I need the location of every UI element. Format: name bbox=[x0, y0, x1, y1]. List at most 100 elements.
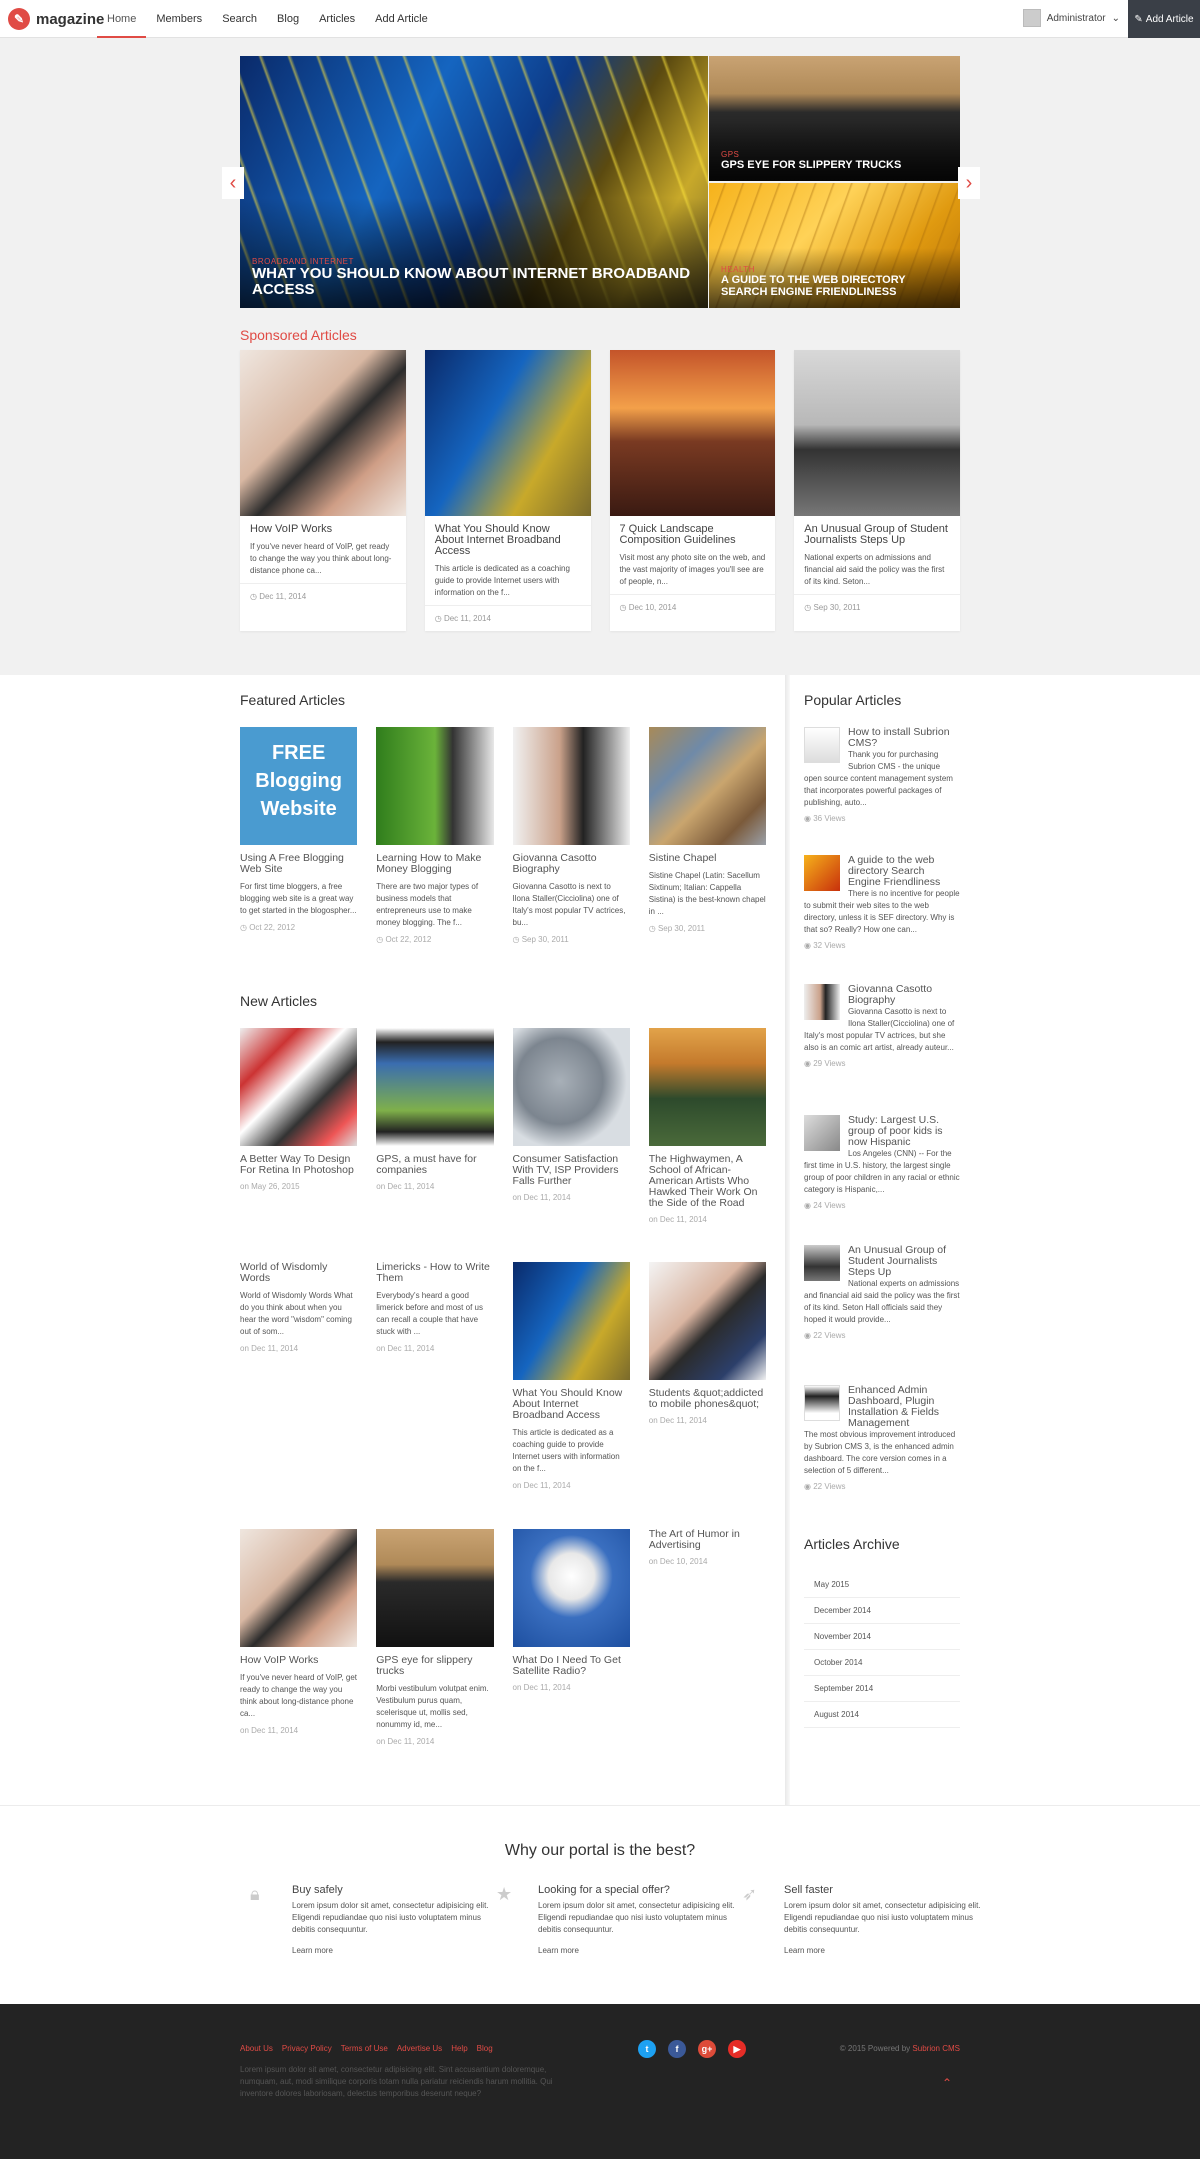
lock-icon: 🔒︎ bbox=[250, 1884, 260, 1904]
footer-link-blog[interactable]: Blog bbox=[477, 2044, 493, 2053]
card-title[interactable]: Learning How to Make Money Blogging bbox=[376, 853, 493, 875]
card-title[interactable]: A Better Way To Design For Retina In Pho… bbox=[240, 1154, 357, 1176]
new-article-card[interactable]: The Highwaymen, A School of African-Amer… bbox=[648, 1028, 766, 1224]
card-title[interactable]: The Art of Humor in Advertising bbox=[649, 1529, 766, 1551]
card-title[interactable]: 7 Quick Landscape Composition Guidelines bbox=[620, 524, 766, 546]
new-article-card[interactable]: GPS eye for slippery trucks Morbi vestib… bbox=[376, 1529, 494, 1746]
card-title[interactable]: Students &quot;addicted to mobile phones… bbox=[649, 1388, 766, 1410]
popular-item[interactable]: How to install Subrion CMS? Thank you fo… bbox=[804, 727, 960, 823]
slider-prev-arrow-icon[interactable]: ‹ bbox=[222, 167, 244, 199]
card-title[interactable]: GPS eye for slippery trucks bbox=[376, 1655, 493, 1677]
new-article-card[interactable]: How VoIP Works If you've never heard of … bbox=[240, 1529, 358, 1746]
learn-more-link[interactable]: Learn more bbox=[784, 1946, 825, 1955]
archive-title: Articles Archive bbox=[804, 1536, 900, 1552]
featured-card[interactable]: Sistine Chapel Sistine Chapel (Latin: Sa… bbox=[648, 727, 766, 944]
archive-item[interactable]: December 2014 bbox=[804, 1598, 960, 1624]
new-article-card[interactable]: Limericks - How to Write Them Everybody'… bbox=[376, 1262, 493, 1490]
new-article-card[interactable]: What Do I Need To Get Satellite Radio? o… bbox=[512, 1529, 630, 1746]
featured-card[interactable]: Learning How to Make Money Blogging Ther… bbox=[376, 727, 494, 944]
archive-item[interactable]: November 2014 bbox=[804, 1624, 960, 1650]
card-title[interactable]: An Unusual Group of Student Journalists … bbox=[804, 524, 950, 546]
nav-add-article[interactable]: Add Article bbox=[365, 0, 438, 38]
views-count: ◉ 24 Views bbox=[804, 1201, 846, 1210]
archive-item[interactable]: September 2014 bbox=[804, 1676, 960, 1702]
archive-item[interactable]: August 2014 bbox=[804, 1702, 960, 1728]
new-article-card[interactable]: A Better Way To Design For Retina In Pho… bbox=[240, 1028, 358, 1224]
new-article-card[interactable]: What You Should Know About Internet Broa… bbox=[512, 1262, 630, 1490]
popular-title: Popular Articles bbox=[804, 692, 902, 708]
card-title[interactable]: World of Wisdomly Words bbox=[240, 1262, 357, 1284]
featured-card[interactable]: Giovanna Casotto Biography Giovanna Caso… bbox=[512, 727, 630, 944]
popular-item[interactable]: Enhanced Admin Dashboard, Plugin Install… bbox=[804, 1385, 960, 1491]
new-article-card[interactable]: World of Wisdomly Words World of Wisdoml… bbox=[240, 1262, 357, 1490]
footer-link-help[interactable]: Help bbox=[451, 2044, 467, 2053]
slider-next-arrow-icon[interactable]: › bbox=[958, 167, 980, 199]
card-text: World of Wisdomly Words What do you thin… bbox=[240, 1291, 353, 1336]
article-image: FREE Blogging Website bbox=[240, 727, 358, 845]
article-image bbox=[240, 1028, 358, 1146]
google-plus-icon[interactable]: g+ bbox=[698, 2040, 716, 2058]
add-article-button[interactable]: ✎ Add Article bbox=[1128, 0, 1200, 38]
twitter-icon[interactable]: t bbox=[638, 2040, 656, 2058]
new-article-card[interactable]: GPS, a must have for companies on Dec 11… bbox=[376, 1028, 494, 1224]
card-title[interactable]: The Highwaymen, A School of African-Amer… bbox=[649, 1154, 766, 1209]
learn-more-link[interactable]: Learn more bbox=[538, 1946, 579, 1955]
youtube-icon[interactable]: ▶ bbox=[728, 2040, 746, 2058]
card-title[interactable]: GPS, a must have for companies bbox=[376, 1154, 493, 1176]
popular-item[interactable]: Study: Largest U.S. group of poor kids i… bbox=[804, 1115, 960, 1210]
card-title[interactable]: Giovanna Casotto Biography bbox=[513, 853, 630, 875]
popular-item-text: National experts on admissions and finan… bbox=[804, 1279, 960, 1324]
nav-search[interactable]: Search bbox=[212, 0, 267, 38]
nav-blog[interactable]: Blog bbox=[267, 0, 309, 38]
card-title[interactable]: Using A Free Blogging Web Site bbox=[240, 853, 357, 875]
back-to-top-icon[interactable]: ⌃ bbox=[942, 2076, 952, 2090]
article-thumbnail bbox=[804, 1115, 840, 1151]
sponsored-card[interactable]: 7 Quick Landscape Composition Guidelines… bbox=[609, 350, 776, 631]
popular-item[interactable]: Giovanna Casotto Biography Giovanna Caso… bbox=[804, 984, 960, 1068]
article-thumbnail bbox=[804, 727, 840, 763]
slide-main[interactable]: Broadband Internet WHAT YOU SHOULD KNOW … bbox=[240, 56, 708, 308]
card-date: ◷ Sep 30, 2011 bbox=[794, 594, 960, 620]
archive-item[interactable]: May 2015 bbox=[804, 1572, 960, 1598]
footer-link-advertise[interactable]: Advertise Us bbox=[397, 2044, 442, 2053]
popular-item[interactable]: A guide to the web directory Search Engi… bbox=[804, 855, 960, 950]
footer-link-about[interactable]: About Us bbox=[240, 2044, 273, 2053]
card-title[interactable]: What You Should Know About Internet Broa… bbox=[513, 1388, 630, 1421]
sponsored-card[interactable]: How VoIP Works If you've never heard of … bbox=[240, 350, 406, 631]
powered-by-link[interactable]: Subrion CMS bbox=[912, 2044, 960, 2053]
card-title[interactable]: What Do I Need To Get Satellite Radio? bbox=[513, 1655, 630, 1677]
star-icon: ★ bbox=[496, 1884, 513, 1904]
views-count: ◉ 36 Views bbox=[804, 814, 846, 823]
card-date: ◷ Dec 10, 2014 bbox=[609, 594, 776, 620]
card-date: on Dec 11, 2014 bbox=[512, 1193, 571, 1202]
card-title[interactable]: How VoIP Works bbox=[240, 1655, 357, 1666]
popular-item[interactable]: An Unusual Group of Student Journalists … bbox=[804, 1245, 960, 1340]
learn-more-link[interactable]: Learn more bbox=[292, 1946, 333, 1955]
nav-home[interactable]: Home bbox=[97, 0, 147, 38]
site-logo[interactable]: ✎ magazine bbox=[8, 8, 104, 30]
footer-link-privacy[interactable]: Privacy Policy bbox=[282, 2044, 332, 2053]
slide-side-2[interactable]: Health A GUIDE TO THE WEB DIRECTORY SEAR… bbox=[709, 183, 960, 308]
card-title[interactable]: How VoIP Works bbox=[250, 524, 396, 535]
new-article-card[interactable]: The Art of Humor in Advertising on Dec 1… bbox=[649, 1529, 766, 1746]
card-title[interactable]: Limericks - How to Write Them bbox=[376, 1262, 493, 1284]
nav-members[interactable]: Members bbox=[146, 0, 212, 38]
card-title[interactable]: What You Should Know About Internet Broa… bbox=[435, 524, 581, 557]
article-image bbox=[376, 1028, 494, 1146]
footer-link-terms[interactable]: Terms of Use bbox=[341, 2044, 388, 2053]
featured-card[interactable]: FREE Blogging Website Using A Free Blogg… bbox=[240, 727, 358, 944]
sponsored-card[interactable]: An Unusual Group of Student Journalists … bbox=[794, 350, 960, 631]
slide-side-1[interactable]: GPS GPS EYE FOR SLIPPERY TRUCKS bbox=[709, 56, 960, 181]
facebook-icon[interactable]: f bbox=[668, 2040, 686, 2058]
sponsored-card[interactable]: What You Should Know About Internet Broa… bbox=[424, 350, 591, 631]
new-article-card[interactable]: Students &quot;addicted to mobile phones… bbox=[648, 1262, 766, 1490]
card-text: National experts on admissions and finan… bbox=[804, 553, 945, 586]
card-title[interactable]: Consumer Satisfaction With TV, ISP Provi… bbox=[513, 1154, 630, 1187]
nav-articles[interactable]: Articles bbox=[309, 0, 365, 38]
archive-item[interactable]: October 2014 bbox=[804, 1650, 960, 1676]
new-article-card[interactable]: Consumer Satisfaction With TV, ISP Provi… bbox=[512, 1028, 630, 1224]
user-menu[interactable]: Administrator ⌄ bbox=[1022, 9, 1120, 27]
card-title[interactable]: Sistine Chapel bbox=[649, 853, 766, 864]
feature-title: Buy safely bbox=[292, 1884, 343, 1896]
views-count: ◉ 22 Views bbox=[804, 1482, 846, 1491]
